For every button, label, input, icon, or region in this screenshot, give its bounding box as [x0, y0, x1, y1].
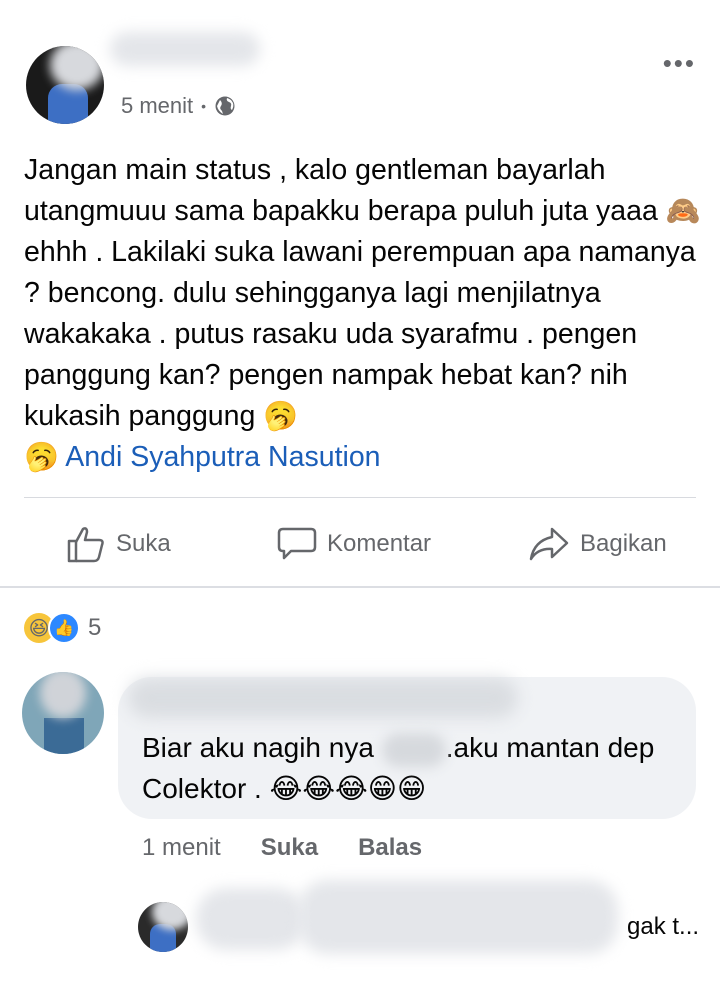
post-meta: 5 menit • [121, 93, 236, 119]
thumbs-up-icon [67, 527, 104, 563]
see-no-evil-monkey-emoji: 🙈 [665, 195, 701, 226]
yawning-face-emoji: 🥱 [24, 441, 59, 472]
comment-label: Komentar [327, 530, 432, 557]
share-arrow-icon [529, 527, 569, 561]
divider [24, 497, 696, 498]
comment-like-button[interactable]: Suka [261, 834, 318, 862]
more-icon[interactable]: ••• [663, 48, 696, 79]
comment-reply-button[interactable]: Balas [358, 834, 422, 862]
avatar-blurred-face [40, 672, 86, 718]
like-button[interactable]: Suka [66, 522, 171, 566]
post-text-part1: Jangan main status , kalo gentleman baya… [24, 154, 666, 227]
comment-text-part1: Biar aku nagih nya [142, 732, 382, 763]
post-text: Jangan main status , kalo gentleman baya… [24, 150, 704, 478]
like-label: Suka [116, 530, 171, 557]
post-author-avatar[interactable] [26, 46, 104, 124]
meta-separator: • [201, 98, 207, 114]
comment-time[interactable]: 1 menit [142, 834, 221, 862]
post-text-part2: ehhh . Lakilaki suka lawani perempuan ap… [24, 236, 696, 432]
replier-avatar[interactable] [138, 902, 188, 952]
redacted-word [381, 732, 446, 767]
comment-button[interactable]: Komentar [277, 522, 431, 566]
avatar-figure [48, 84, 88, 124]
comment-meta: 1 menit Suka Balas [142, 834, 422, 862]
share-label: Bagikan [580, 530, 667, 557]
share-button[interactable]: Bagikan [528, 522, 667, 566]
section-divider [0, 586, 720, 588]
comment-icon [277, 527, 317, 560]
like-reaction-icon: 👍 [48, 612, 80, 644]
comment-emojis: 😂😂😂😁😁 [269, 773, 427, 804]
commenter-name-redacted[interactable] [128, 678, 518, 718]
post-time[interactable]: 5 menit [121, 93, 193, 119]
tagged-user-link[interactable]: Andi Syahputra Nasution [65, 441, 380, 473]
globe-icon [215, 96, 235, 116]
author-name-redacted[interactable] [110, 32, 260, 66]
avatar-figure [44, 718, 84, 754]
avatar-blurred-face [50, 46, 104, 90]
commenter-avatar[interactable] [22, 672, 104, 754]
reply-name-redacted[interactable] [196, 888, 306, 950]
yawning-face-emoji: 🥱 [263, 400, 299, 431]
comment-text: Biar aku nagih nya .aku mantan dep Colek… [142, 727, 682, 809]
reaction-summary[interactable]: 😆 👍 5 [24, 612, 101, 644]
reaction-count: 5 [88, 614, 102, 641]
reply-preview-text[interactable]: gak t... [627, 913, 699, 941]
reply-text-redacted[interactable] [298, 880, 618, 954]
